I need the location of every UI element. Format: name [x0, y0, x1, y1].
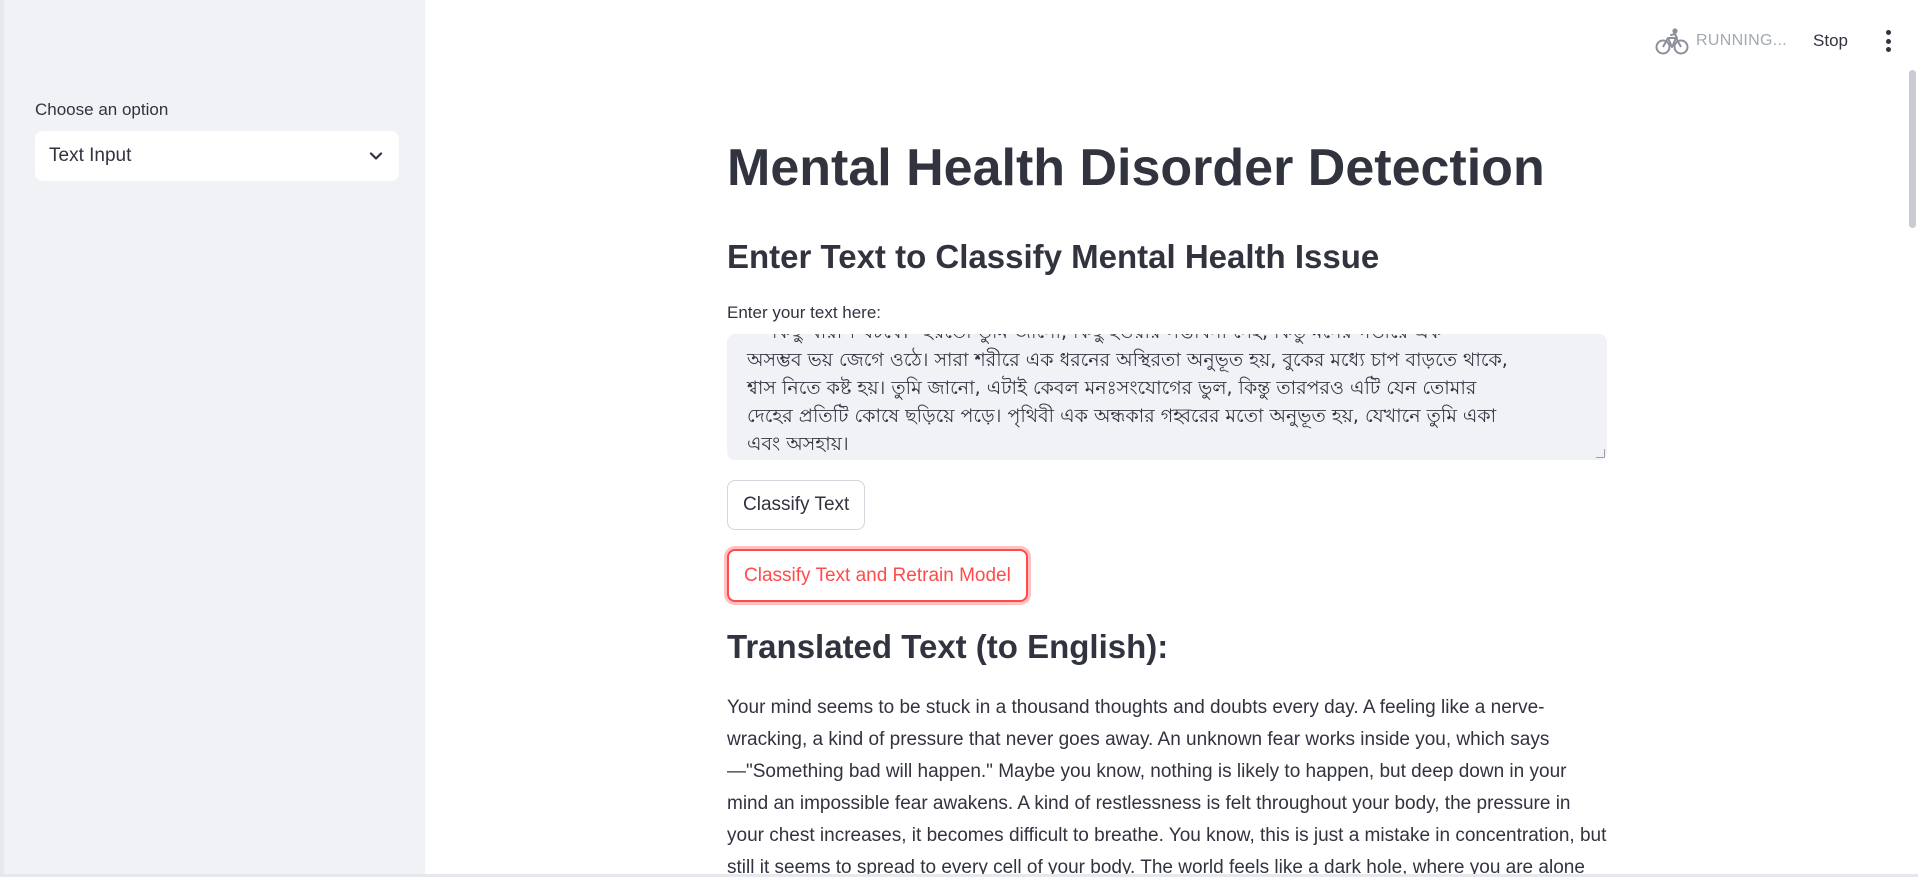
text-input-content: — কিছু খারাপ ঘটবে।" হয়তো তুমি জানো, কিছ… — [747, 334, 1597, 458]
running-status: RUNNING... — [1655, 26, 1787, 56]
subheader: Enter Text to Classify Mental Health Iss… — [727, 238, 1380, 275]
select-value: Text Input — [49, 145, 132, 166]
text-input-line: এবং অসহায়। — [747, 433, 849, 455]
more-vertical-icon[interactable] — [1884, 30, 1892, 52]
translated-text-heading: Translated Text (to English): — [727, 628, 1169, 665]
status-text: RUNNING... — [1696, 32, 1788, 49]
scrollbar-thumb[interactable] — [1909, 70, 1916, 228]
translated-text: Your mind seems to be stuck in a thousan… — [727, 697, 1607, 877]
text-input-line: — কিছু খারাপ ঘটবে।" হয়তো তুমি জানো, কিছ… — [747, 334, 1597, 346]
text-input-line: অসম্ভব ভয় জেগে ওঠে। সারা শরীরে এক ধরনের… — [747, 349, 1508, 371]
stop-button[interactable]: Stop — [1813, 31, 1848, 51]
chevron-down-icon — [367, 147, 385, 165]
page-scrollbar[interactable] — [1906, 0, 1918, 877]
app-window: Choose an option Text Input RUNNING... S… — [0, 0, 1918, 877]
classify-retrain-button[interactable]: Classify Text and Retrain Model — [727, 549, 1028, 602]
option-select[interactable]: Text Input — [35, 131, 399, 181]
text-input-area[interactable]: — কিছু খারাপ ঘটবে।" হয়তো তুমি জানো, কিছ… — [727, 334, 1607, 460]
select-label: Choose an option — [35, 100, 169, 119]
text-input-label: Enter your text here: — [727, 303, 882, 322]
page-title: Mental Health Disorder Detection — [727, 139, 1545, 197]
resize-handle[interactable] — [1596, 449, 1605, 458]
text-input-line: শ্বাস নিতে কষ্ট হয়। তুমি জানো, এটাই কেব… — [747, 377, 1477, 399]
header-toolbar: RUNNING... Stop — [1655, 24, 1892, 58]
classify-text-button[interactable]: Classify Text — [727, 480, 866, 530]
bicycle-icon — [1655, 26, 1689, 56]
sidebar: Choose an option Text Input — [0, 0, 425, 877]
text-input-line: দেহের প্রতিটি কোষে ছড়িয়ে পড়ে। পৃথিবী … — [747, 405, 1497, 427]
